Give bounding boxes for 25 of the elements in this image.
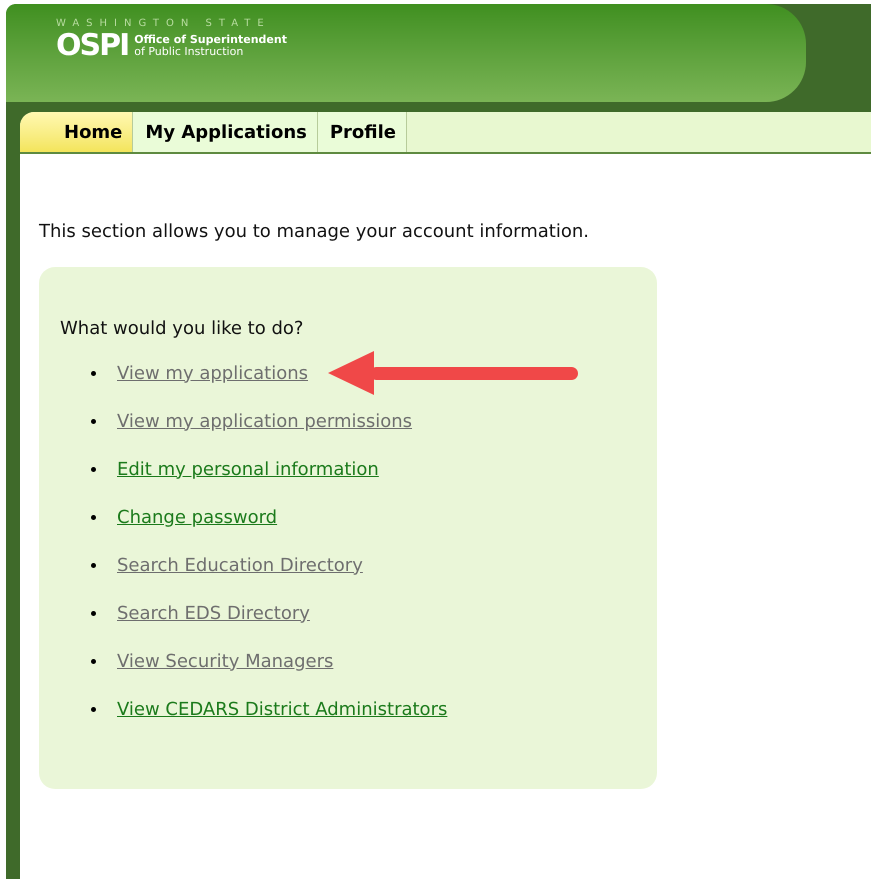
option-link[interactable]: View my applications <box>117 360 308 386</box>
bullet-icon <box>91 514 96 520</box>
nav-tab[interactable]: Profile <box>318 112 407 152</box>
option-link[interactable]: Change password <box>117 504 278 530</box>
bullet-icon <box>91 562 96 568</box>
option-link[interactable]: View Security Managers <box>117 648 334 674</box>
nav-tab[interactable]: My Applications <box>133 112 318 152</box>
bullet-icon <box>91 706 96 712</box>
state-text: WASHINGTON STATE <box>56 18 272 30</box>
bullet-icon <box>91 370 96 376</box>
bullet-icon <box>91 466 96 472</box>
bullet-icon <box>91 610 96 616</box>
question-text: What would you like to do? <box>60 317 304 341</box>
option-link[interactable]: Search EDS Directory <box>117 600 310 626</box>
option-link[interactable]: Edit my personal information <box>117 456 379 482</box>
logo-text: OSPI <box>56 30 128 62</box>
intro-text: This section allows you to manage your account information. <box>39 220 590 244</box>
org-name-text: of Public Instruction <box>134 46 244 58</box>
option-link[interactable]: Search Education Directory <box>117 552 363 578</box>
bullet-icon <box>91 658 96 664</box>
nav-tab[interactable]: Home <box>20 112 134 152</box>
org-name-text: Office of Superintendent <box>134 34 287 46</box>
option-link[interactable]: View my application permissions <box>117 408 412 434</box>
bullet-icon <box>91 418 96 424</box>
option-link[interactable]: View CEDARS District Administrators <box>117 696 448 722</box>
